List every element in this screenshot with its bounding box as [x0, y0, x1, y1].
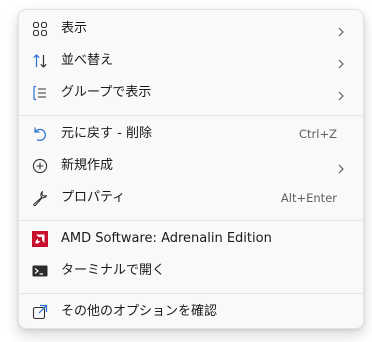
- shortcut-text: Alt+Enter: [280, 191, 337, 205]
- menu-item-amd-software[interactable]: AMD Software: Adrenalin Edition: [23, 224, 359, 254]
- amd-logo-icon: [31, 230, 49, 248]
- chevron-right-icon: [335, 23, 347, 37]
- menu-item-group-by[interactable]: グループで表示: [23, 78, 359, 108]
- undo-icon: [31, 125, 49, 143]
- menu-item-label: その他のオプションを確認: [61, 304, 218, 319]
- chevron-right-icon: [335, 160, 347, 174]
- menu-item-label: 新規作成: [61, 158, 114, 173]
- menu-item-label: ターミナルで開く: [61, 263, 166, 278]
- menu-item-sort[interactable]: 並べ替え: [23, 46, 359, 76]
- wrench-icon: [31, 189, 49, 207]
- menu-item-label: 表示: [61, 21, 88, 36]
- chevron-right-icon: [335, 87, 347, 101]
- menu-item-show-more-options[interactable]: その他のオプションを確認: [23, 297, 359, 327]
- menu-item-label: AMD Software: Adrenalin Edition: [61, 231, 272, 246]
- context-menu: 表示 並べ替え グループで表示 元に戻す - 削除 Ctrl+Z 新規作成 プロ…: [18, 9, 364, 329]
- menu-separator: [19, 220, 363, 221]
- chevron-right-icon: [335, 55, 347, 69]
- new-plus-icon: [31, 157, 49, 175]
- sort-arrows-icon: [31, 52, 49, 70]
- menu-item-label: プロパティ: [61, 190, 126, 205]
- menu-item-label: 元に戻す - 削除: [61, 126, 152, 141]
- menu-separator: [19, 293, 363, 294]
- more-options-icon: [31, 303, 49, 321]
- menu-item-label: 並べ替え: [61, 53, 114, 68]
- menu-item-undo-delete[interactable]: 元に戻す - 削除 Ctrl+Z: [23, 119, 359, 149]
- menu-item-view[interactable]: 表示: [23, 14, 359, 44]
- menu-item-new[interactable]: 新規作成: [23, 151, 359, 181]
- menu-item-properties[interactable]: プロパティ Alt+Enter: [23, 183, 359, 213]
- menu-item-open-terminal[interactable]: ターミナルで開く: [23, 256, 359, 286]
- group-list-icon: [31, 84, 49, 102]
- menu-item-label: グループで表示: [61, 85, 152, 100]
- terminal-icon: [31, 262, 49, 280]
- view-grid-icon: [31, 20, 49, 38]
- shortcut-text: Ctrl+Z: [299, 127, 337, 141]
- menu-separator: [19, 115, 363, 116]
